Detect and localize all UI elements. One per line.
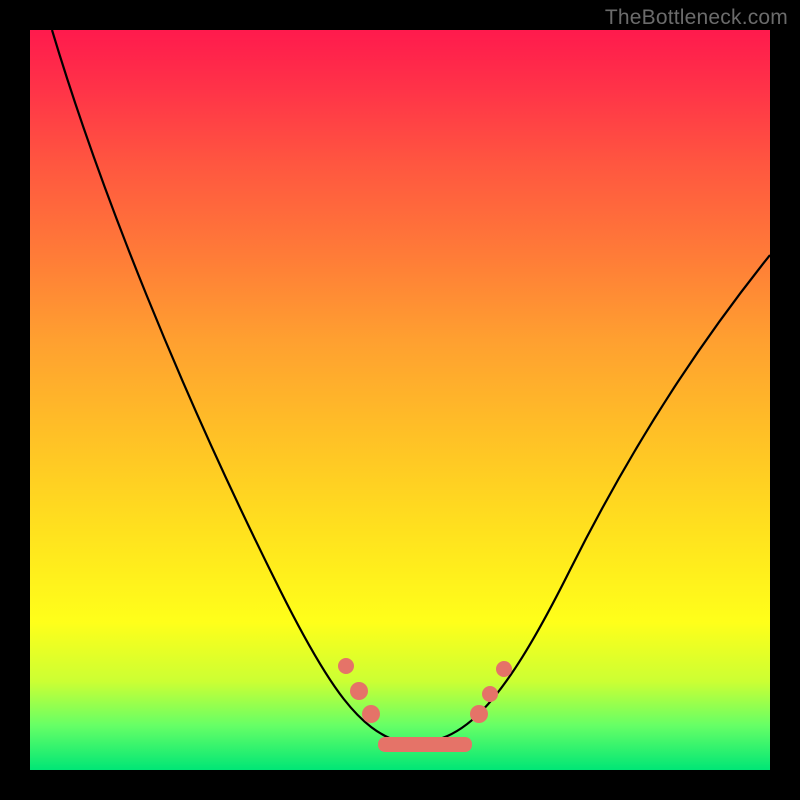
marker-dot-left-2 — [350, 682, 368, 700]
marker-dot-right-1 — [470, 705, 488, 723]
marker-dot-right-3 — [496, 661, 512, 677]
watermark-text: TheBottleneck.com — [605, 6, 788, 30]
marker-flat-bar — [378, 737, 472, 752]
bottleneck-curve-path — [52, 30, 770, 743]
marker-dot-left-3 — [362, 705, 380, 723]
bottleneck-curve-svg — [30, 30, 770, 770]
marker-dot-left-1 — [338, 658, 354, 674]
marker-dot-right-2 — [482, 686, 498, 702]
chart-plot-area — [30, 30, 770, 770]
